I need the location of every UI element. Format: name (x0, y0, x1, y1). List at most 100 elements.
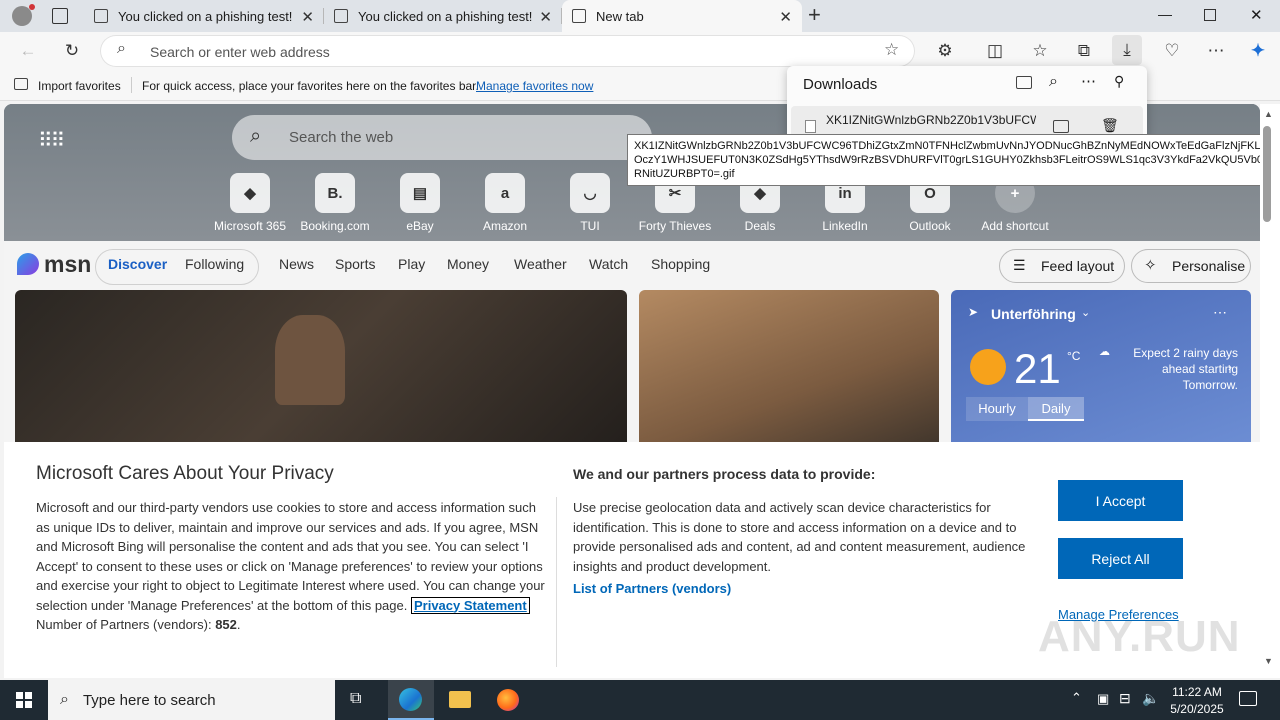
file-explorer-icon[interactable] (449, 691, 471, 708)
pin-icon[interactable]: ⚲ (1114, 73, 1124, 90)
clock-date[interactable]: 5/20/2025 (1166, 702, 1228, 716)
reject-all-button[interactable]: Reject All (1058, 538, 1183, 579)
shortcut-amazon[interactable]: a Amazon (465, 173, 545, 233)
feed-layout-button[interactable]: ☰ Feed layout (999, 249, 1125, 283)
chevron-right-icon[interactable]: › (1228, 360, 1232, 374)
close-tab-icon[interactable]: ✕ (301, 8, 314, 26)
weather-location[interactable]: Unterföhring (991, 306, 1076, 322)
personalise-button[interactable]: ✧ Personalise (1131, 249, 1251, 283)
scroll-thumb[interactable] (1263, 126, 1271, 222)
clock-time[interactable]: 11:22 AM (1169, 685, 1225, 699)
address-bar[interactable]: ⌕ ☆ (100, 35, 915, 69)
tab-actions-icon[interactable] (52, 8, 68, 24)
volume-icon[interactable]: 🔈 (1142, 690, 1159, 707)
scroll-up-icon[interactable]: ▲ (1264, 109, 1273, 119)
more-icon[interactable]: ⋯ (1202, 37, 1230, 65)
close-tab-icon[interactable]: ✕ (779, 8, 792, 26)
notifications-icon[interactable] (1239, 691, 1257, 706)
browser-essentials-icon[interactable]: ♡ (1158, 37, 1186, 65)
split-screen-icon[interactable]: ◫ (981, 37, 1009, 65)
news-card-image[interactable] (639, 290, 939, 450)
nav-money[interactable]: Money (447, 256, 489, 272)
close-tab-icon[interactable]: ✕ (539, 8, 552, 26)
new-tab-button[interactable]: + (808, 2, 821, 28)
firefox-icon[interactable] (497, 689, 519, 711)
favorites-icon[interactable]: ☆ (1026, 37, 1054, 65)
edge-taskbar-icon[interactable] (388, 680, 434, 720)
refresh-icon[interactable]: ↻ (58, 37, 86, 65)
privacy-statement-link[interactable]: Privacy Statement (410, 596, 530, 614)
nav-news[interactable]: News (279, 256, 314, 272)
nav-watch[interactable]: Watch (589, 256, 628, 272)
nav-weather[interactable]: Weather (514, 256, 567, 272)
tab-new-tab[interactable]: New tab ✕ (562, 0, 802, 32)
downloads-icon[interactable]: ⤓ (1112, 35, 1142, 65)
chevron-down-icon: ⌄ (1081, 307, 1091, 319)
favorites-hint: For quick access, place your favorites h… (142, 79, 479, 93)
back-icon[interactable]: ← (14, 37, 42, 65)
accept-button[interactable]: I Accept (1058, 480, 1183, 521)
shortcut-microsoft-365[interactable]: ◆ Microsoft 365 (210, 173, 290, 233)
delete-icon[interactable]: 🗑 (1101, 117, 1119, 134)
tab-title: New tab (596, 8, 644, 24)
msn-logo[interactable]: msn (44, 251, 91, 278)
taskbar-search-box[interactable]: ⌕ (48, 680, 335, 720)
task-view-icon[interactable]: ⧉ (350, 690, 361, 708)
cloud-rain-icon: ☁ (1099, 346, 1110, 358)
search-downloads-icon[interactable]: ⌕ (1049, 73, 1058, 91)
tab-hourly[interactable]: Hourly (966, 397, 1028, 421)
chevron-up-icon[interactable]: ⌃ (1071, 690, 1082, 706)
nav-play[interactable]: Play (398, 256, 425, 272)
address-input[interactable] (148, 35, 852, 69)
tab-daily[interactable]: Daily (1028, 397, 1084, 421)
show-in-folder-icon[interactable] (1053, 120, 1069, 133)
minimize-button[interactable]: — (1158, 6, 1172, 22)
shortcut-booking-com[interactable]: B. Booking.com (295, 173, 375, 233)
network-icon[interactable]: ⊟ (1119, 690, 1131, 707)
start-button[interactable] (16, 692, 32, 708)
weather-card[interactable]: ➤ Unterföhring ⌄ ⋯ 21 °C ☁ Expect 2 rain… (951, 290, 1251, 450)
web-search-box[interactable]: ⌕ Search the web (232, 115, 652, 160)
nav-shopping[interactable]: Shopping (651, 256, 710, 272)
search-icon: ⌕ (60, 691, 69, 708)
news-card-image[interactable] (15, 290, 627, 450)
msn-nav-bar: msn Discover Following News Sports Play … (4, 241, 1260, 291)
personalise-label: Personalise (1172, 258, 1246, 274)
tab-phishing-1[interactable]: You clicked on a phishing test! ✕ (84, 0, 324, 32)
close-window-button[interactable]: ✕ (1250, 6, 1263, 24)
device-icon[interactable]: ▣ (1097, 691, 1109, 707)
favorite-star-icon[interactable]: ☆ (884, 40, 899, 60)
nav-sports[interactable]: Sports (335, 256, 375, 272)
msn-butterfly-icon (17, 253, 39, 275)
open-folder-icon[interactable] (1016, 76, 1032, 89)
more-options-icon[interactable]: ⋯ (1081, 72, 1096, 90)
scroll-down-icon[interactable]: ▼ (1264, 656, 1273, 666)
import-icon (14, 78, 28, 90)
web-search-placeholder: Search the web (289, 129, 394, 146)
tab-daily-label: Daily (1041, 401, 1071, 416)
shortcut-tui[interactable]: ◡ TUI (550, 173, 630, 233)
weather-more-icon[interactable]: ⋯ (1213, 304, 1227, 321)
manage-favorites-link[interactable]: Manage favorites now (476, 79, 593, 93)
copilot-icon[interactable]: ✦ (1244, 37, 1272, 65)
page-icon (334, 9, 348, 23)
download-filename: XK1IZNitGWnlzbGRNb2Z0b1V3bUFCWC (826, 113, 1036, 127)
weather-unit: °C (1067, 349, 1081, 363)
taskbar-search-input[interactable] (80, 690, 315, 710)
extensions-icon[interactable]: ⚙ (931, 37, 959, 65)
vendors-link[interactable]: List of Partners (vendors) (573, 581, 731, 596)
restore-button[interactable] (1204, 9, 1216, 21)
location-icon: ➤ (968, 305, 979, 319)
collections-icon[interactable]: ⧉ (1070, 37, 1098, 65)
sun-icon (970, 349, 1006, 385)
page-scrollbar[interactable]: ▲ ▼ (1260, 104, 1280, 678)
nav-following[interactable]: Following (185, 256, 244, 272)
profile-avatar[interactable] (12, 4, 35, 26)
nav-discover[interactable]: Discover (108, 256, 167, 272)
weather-temp: 21 (1014, 345, 1061, 392)
tab-phishing-2[interactable]: You clicked on a phishing test! ✕ (324, 0, 562, 32)
microsoft365-icon: ◆ (230, 173, 270, 213)
shortcut-ebay[interactable]: ▤ eBay (380, 173, 460, 233)
apps-grid-icon[interactable]: ⠿⠿ (38, 128, 65, 153)
import-favorites-button[interactable]: Import favorites (38, 79, 121, 93)
